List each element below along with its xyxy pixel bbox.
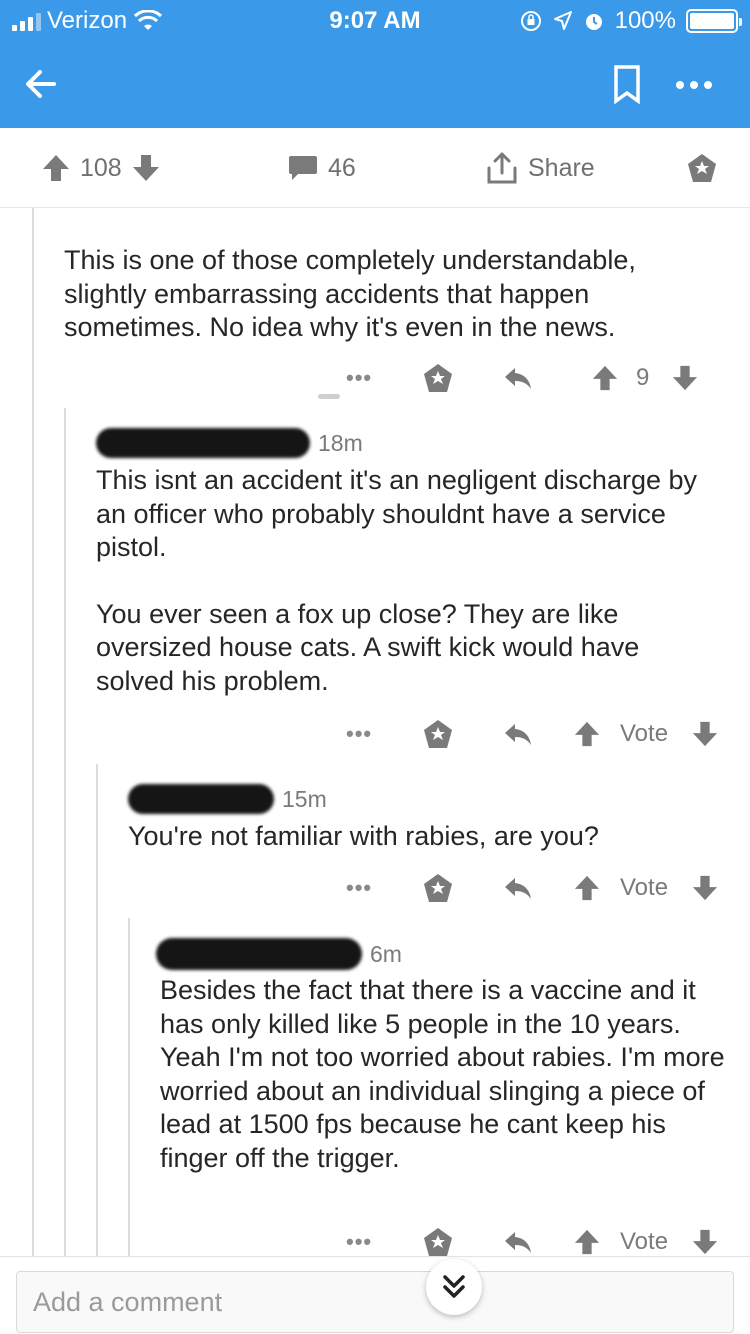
alarm-icon [585, 14, 602, 30]
downvote-icon[interactable] [132, 153, 160, 183]
comment-text: Besides the fact that there is a vaccine… [160, 975, 725, 1173]
comment-bar [0, 1256, 750, 1334]
comment-body-4: Besides the fact that there is a vaccine… [160, 974, 725, 1176]
status-right: 100% [519, 7, 742, 35]
save-star-icon[interactable] [686, 152, 718, 184]
top-bar: Verizon 9:07 AM 100% [0, 0, 750, 128]
location-icon [553, 11, 572, 30]
star-icon[interactable] [422, 1222, 454, 1258]
app-bar [0, 40, 750, 128]
orientation-lock-icon [520, 11, 541, 31]
reply-icon[interactable] [502, 358, 534, 398]
comment-text: You're not familiar with rabies, are you… [128, 821, 599, 851]
redacted-username [128, 784, 274, 814]
upvote-icon[interactable] [574, 714, 600, 754]
star-icon[interactable] [422, 714, 454, 754]
vote-label: Vote [620, 1228, 669, 1255]
more-button[interactable]: ••• [346, 358, 372, 398]
reply-icon[interactable] [502, 868, 534, 908]
thread-indent-line-1 [32, 208, 34, 1258]
thread-indent-line-4 [128, 918, 130, 1258]
downvote-icon[interactable] [692, 714, 718, 754]
reply-icon[interactable] [502, 1222, 534, 1258]
comment-bubble-icon [289, 156, 317, 180]
comment-text: You ever seen a fox up close? They are l… [96, 598, 640, 696]
scroll-next-button[interactable] [426, 1259, 482, 1315]
comment-age: 18m [318, 429, 363, 456]
downvote-icon[interactable] [692, 1222, 718, 1258]
vote-label: Vote [620, 874, 669, 901]
more-button[interactable]: ••• [346, 1222, 372, 1258]
upvote-icon[interactable] [592, 358, 618, 398]
comment-text: This is one of those completely understa… [64, 245, 636, 343]
battery-percent: 100% [614, 7, 676, 34]
vote-label: Vote [620, 720, 669, 747]
back-arrow-icon[interactable] [20, 62, 64, 106]
comment-thread: This is one of those completely understa… [0, 208, 750, 1258]
collapse-handle[interactable] [318, 394, 340, 399]
status-bar: Verizon 9:07 AM 100% [0, 0, 750, 40]
comment-meta-2: 18m [96, 428, 363, 458]
redacted-username [96, 428, 310, 458]
comment-score: 9 [636, 364, 650, 391]
comment-meta-4: 6m [156, 938, 402, 970]
share-button[interactable]: Share [486, 150, 595, 186]
thread-indent-line-3 [96, 764, 98, 1258]
comment-count: 46 [328, 153, 356, 182]
double-chevron-down-icon [443, 1275, 465, 1298]
comment-body-2: This isnt an accident it's an negligent … [96, 464, 721, 699]
upvote-icon[interactable] [574, 1222, 600, 1258]
more-options-icon[interactable] [672, 70, 716, 100]
share-icon [487, 152, 517, 184]
share-label: Share [528, 153, 595, 182]
more-button[interactable]: ••• [346, 714, 372, 754]
bookmark-icon[interactable] [612, 64, 642, 104]
comments-button[interactable]: 46 [288, 150, 356, 186]
thread-indent-line-2 [64, 408, 66, 1258]
vote-group: 108 [42, 150, 160, 186]
redacted-username [156, 938, 362, 970]
comment-actions-1: ••• 9 [340, 358, 720, 398]
downvote-icon[interactable] [692, 868, 718, 908]
comment-age: 15m [282, 785, 327, 812]
post-score: 108 [80, 153, 122, 182]
downvote-icon[interactable] [672, 358, 698, 398]
upvote-icon[interactable] [574, 868, 600, 908]
comment-actions-2: ••• Vote [340, 714, 720, 754]
add-comment-input[interactable] [16, 1271, 734, 1333]
star-icon[interactable] [422, 358, 454, 398]
comment-body-1: This is one of those completely understa… [64, 244, 714, 345]
comment-text: This isnt an accident it's an negligent … [96, 465, 698, 563]
reply-icon[interactable] [502, 714, 534, 754]
comment-meta-3: 15m [128, 784, 327, 814]
battery-icon [686, 9, 742, 33]
star-icon[interactable] [422, 868, 454, 908]
comment-actions-4: ••• Vote [340, 1222, 720, 1258]
more-button[interactable]: ••• [346, 868, 372, 908]
post-action-bar: 108 46 Share [0, 128, 750, 208]
upvote-icon[interactable] [42, 153, 70, 183]
comment-actions-3: ••• Vote [340, 868, 720, 908]
comment-age: 6m [370, 940, 402, 967]
comment-body-3: You're not familiar with rabies, are you… [128, 820, 718, 854]
